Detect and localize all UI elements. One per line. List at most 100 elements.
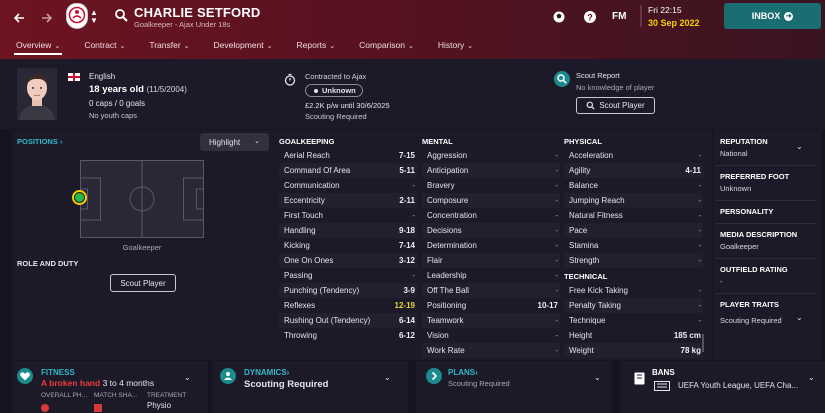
help-icon[interactable]: ?	[583, 10, 597, 24]
overall-physical-label: OVERALL PH...	[41, 392, 87, 399]
fitness-title[interactable]: FITNESS	[41, 368, 75, 377]
attribute-row[interactable]: Penalty Taking -	[564, 298, 703, 313]
highlight-dropdown[interactable]: Highlight ⌄	[200, 133, 269, 151]
attribute-value: -	[555, 211, 558, 220]
back-arrow-icon[interactable]	[11, 10, 27, 26]
attribute-name: Free Kick Taking	[569, 286, 628, 295]
attribute-row[interactable]: Rushing Out (Tendency) 6-14	[279, 313, 417, 328]
attribute-row[interactable]: Aggression -	[422, 148, 560, 163]
competition-icon	[654, 381, 670, 393]
attribute-value: -	[698, 211, 701, 220]
attribute-name: Teamwork	[427, 316, 464, 325]
attribute-row[interactable]: First Touch -	[279, 208, 417, 223]
attribute-row[interactable]: Aerial Reach 7-15	[279, 148, 417, 163]
attribute-row[interactable]: Determination -	[422, 238, 560, 253]
england-flag-icon[interactable]	[68, 73, 80, 81]
dynamics-title[interactable]: DYNAMICS›	[244, 368, 289, 377]
attribute-value: -	[698, 241, 701, 250]
attribute-row[interactable]: Composure -	[422, 193, 560, 208]
chevron-down-icon[interactable]: ⌄	[796, 142, 803, 151]
calendar-icon	[638, 5, 644, 27]
search-icon[interactable]	[114, 8, 128, 24]
attribute-row[interactable]: Jumping Reach -	[564, 193, 703, 208]
attribute-row[interactable]: Leadership -	[422, 268, 560, 283]
attribute-name: Aggression	[427, 151, 468, 160]
attribute-row[interactable]: Height 185 cm	[564, 328, 703, 343]
chevron-down-icon[interactable]: ⌄	[184, 373, 191, 382]
tab-transfer[interactable]: Transfer ⌄	[133, 36, 197, 58]
attribute-value: -	[698, 226, 701, 235]
chevron-down-icon[interactable]: ⌄	[594, 373, 601, 382]
attribute-row[interactable]: Concentration -	[422, 208, 560, 223]
player-subtitle[interactable]: Goalkeeper - Ajax Under 18s	[134, 20, 230, 29]
attribute-row[interactable]: Work Rate -	[422, 343, 560, 358]
tab-history[interactable]: History ⌄	[422, 36, 481, 58]
attribute-row[interactable]: Pace -	[564, 223, 703, 238]
scrollbar[interactable]	[702, 334, 704, 352]
attribute-row[interactable]: Eccentricity 2-11	[279, 193, 417, 208]
attribute-row[interactable]: Positioning 10-17	[422, 298, 560, 313]
attribute-row[interactable]: Punching (Tendency) 3-9	[279, 283, 417, 298]
inbox-button[interactable]: INBOX ➜	[724, 3, 821, 29]
attribute-row[interactable]: One On Ones 3-12	[279, 253, 417, 268]
attribute-row[interactable]: Bravery -	[422, 178, 560, 193]
chevron-right-icon: ›	[286, 368, 290, 377]
media-description-item: MEDIA DESCRIPTION Goalkeeper	[720, 230, 798, 251]
goalkeeper-position-marker-dot[interactable]	[72, 190, 87, 205]
attribute-name: Kicking	[284, 241, 310, 250]
attribute-row[interactable]: Command Of Area 5-11	[279, 163, 417, 178]
attribute-value: -	[555, 346, 558, 355]
attribute-row[interactable]: Passing -	[279, 268, 417, 283]
header-bar: ▲ ▼ CHARLIE SETFORD Goalkeeper - Ajax Un…	[0, 0, 825, 59]
attribute-row[interactable]: Handling 9-18	[279, 223, 417, 238]
positions-title[interactable]: POSITIONS ›	[17, 137, 62, 146]
attribute-row[interactable]: Natural Fitness -	[564, 208, 703, 223]
contract-scouting-required: Scouting Required	[305, 112, 367, 121]
plans-card[interactable]	[416, 361, 612, 413]
contract-title[interactable]: Contracted to Ajax	[305, 72, 366, 81]
reputation-item[interactable]: REPUTATION National	[720, 137, 768, 158]
attribute-row[interactable]: Agility 4-11	[564, 163, 703, 178]
attribute-row[interactable]: Strength -	[564, 253, 703, 268]
attribute-row[interactable]: Balance -	[564, 178, 703, 193]
divider	[716, 258, 816, 259]
attribute-name: Anticipation	[427, 166, 469, 175]
fm-logo[interactable]: FM	[612, 11, 626, 22]
attribute-row[interactable]: Acceleration -	[564, 148, 703, 163]
football-icon[interactable]	[552, 10, 566, 24]
attribute-row[interactable]: Weight 78 kg	[564, 343, 703, 358]
tab-development[interactable]: Development ⌄	[198, 36, 281, 58]
attribute-value: 4-11	[685, 166, 701, 175]
role-scout-player-button[interactable]: Scout Player	[110, 274, 176, 292]
club-crest-icon[interactable]	[66, 3, 88, 29]
attribute-name: Flair	[427, 256, 443, 265]
tab-reports[interactable]: Reports ⌄	[281, 36, 344, 58]
attribute-row[interactable]: Flair -	[422, 253, 560, 268]
tab-comparison[interactable]: Comparison ⌄	[343, 36, 422, 58]
contract-status-badge: Unknown	[305, 84, 363, 97]
tab-contract[interactable]: Contract ⌄	[68, 36, 133, 58]
attribute-row[interactable]: Teamwork -	[422, 313, 560, 328]
attribute-row[interactable]: Kicking 7-14	[279, 238, 417, 253]
attribute-row[interactable]: Off The Ball -	[422, 283, 560, 298]
scout-player-button[interactable]: Scout Player	[576, 97, 655, 114]
attribute-row[interactable]: Throwing 6-12	[279, 328, 417, 343]
attribute-row[interactable]: Technique -	[564, 313, 703, 328]
attribute-row[interactable]: Stamina -	[564, 238, 703, 253]
physical-column: PHYSICAL Acceleration - Agility 4-11 Balance…	[564, 133, 703, 358]
chevron-down-icon[interactable]: ⌄	[796, 313, 803, 322]
club-menu-chevron-down-icon[interactable]: ▼	[90, 16, 98, 25]
plans-title[interactable]: PLANS›	[448, 368, 478, 377]
forward-arrow-icon[interactable]	[39, 10, 55, 26]
attribute-value: 7-15	[398, 151, 415, 160]
attribute-row[interactable]: Vision -	[422, 328, 560, 343]
attribute-row[interactable]: Reflexes 12-19	[279, 298, 417, 313]
attribute-row[interactable]: Decisions -	[422, 223, 560, 238]
attribute-row[interactable]: Free Kick Taking -	[564, 283, 703, 298]
player-traits-item[interactable]: PLAYER TRAITS Scouting Required	[720, 300, 782, 325]
chevron-down-icon[interactable]: ⌄	[808, 373, 815, 382]
attribute-row[interactable]: Anticipation -	[422, 163, 560, 178]
attribute-row[interactable]: Communication -	[279, 178, 417, 193]
tab-overview[interactable]: Overview ⌄	[0, 36, 68, 58]
chevron-down-icon[interactable]: ⌄	[384, 373, 391, 382]
